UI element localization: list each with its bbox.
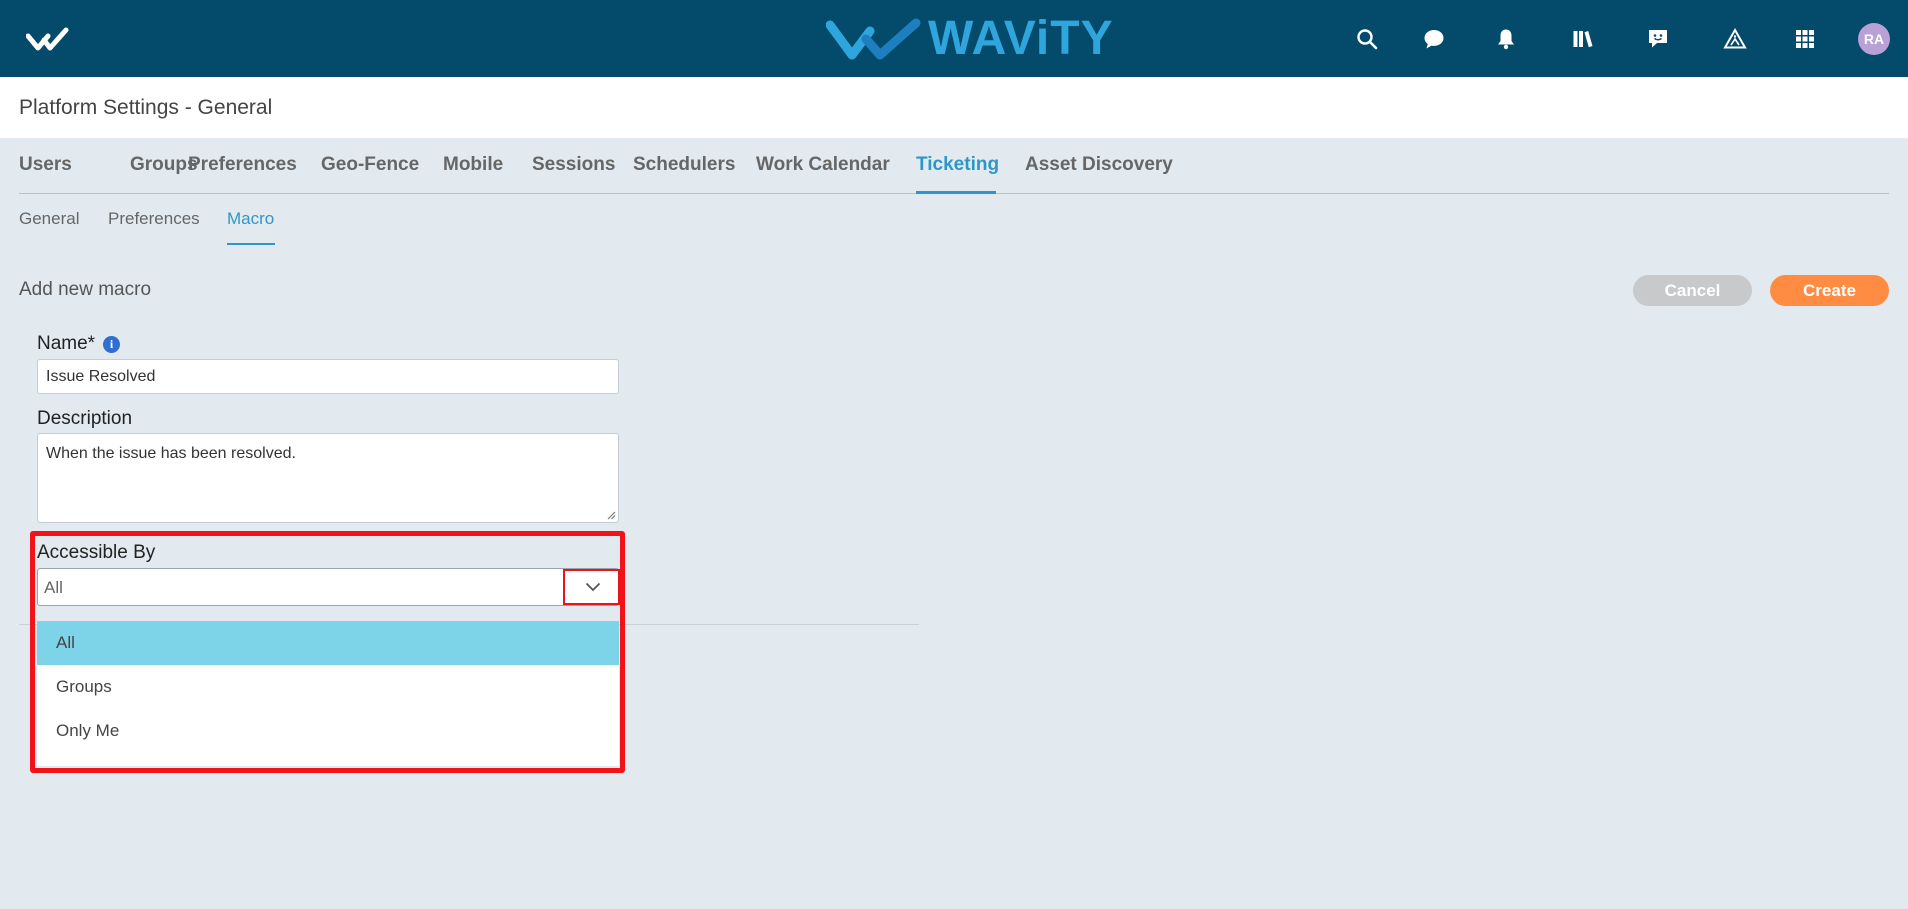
cancel-button[interactable]: Cancel (1633, 275, 1752, 306)
feedback-icon[interactable] (1643, 24, 1673, 54)
subtab-general[interactable]: General (19, 209, 79, 229)
subtab-preferences[interactable]: Preferences (108, 209, 200, 229)
library-icon[interactable] (1568, 24, 1598, 54)
option-only-me[interactable]: Only Me (37, 709, 619, 753)
subtab-macro[interactable]: Macro (227, 209, 274, 229)
tab-work-calendar[interactable]: Work Calendar (756, 154, 890, 176)
accessible-by-label: Accessible By (37, 542, 156, 563)
home-logo-icon[interactable] (25, 26, 76, 52)
accessible-by-select[interactable]: All (37, 568, 619, 606)
option-groups[interactable]: Groups (37, 665, 619, 709)
active-subtab-indicator (227, 243, 275, 245)
tab-geo-fence[interactable]: Geo-Fence (321, 154, 419, 176)
resize-handle-icon[interactable] (606, 510, 616, 520)
tab-preferences[interactable]: Preferences (188, 154, 297, 176)
tab-mobile[interactable]: Mobile (443, 154, 503, 176)
apps-grid-icon[interactable] (1790, 24, 1820, 54)
section-title: Add new macro (19, 279, 152, 300)
search-icon[interactable] (1352, 24, 1382, 54)
option-all[interactable]: All (37, 621, 619, 665)
accessible-by-options: All Groups Only Me (37, 621, 619, 766)
page-title: Platform Settings - General (19, 96, 273, 119)
tab-ticketing[interactable]: Ticketing (916, 154, 999, 176)
dropdown-toggle-highlight (563, 569, 620, 605)
avatar[interactable]: RA (1858, 23, 1890, 55)
description-label: Description (37, 408, 133, 429)
brand-logo: WAViTY (826, 12, 1114, 65)
description-field[interactable]: When the issue has been resolved. (37, 433, 619, 523)
settings-tabs: Users Groups Preferences Geo-Fence Mobil… (19, 138, 1889, 194)
name-field[interactable]: Issue Resolved (37, 359, 619, 394)
chat-icon[interactable] (1419, 24, 1449, 54)
top-navigation-bar: WAViTY RA (0, 0, 1908, 77)
bell-icon[interactable] (1491, 24, 1521, 54)
brand-name: WAViTY (928, 12, 1114, 65)
tab-sessions[interactable]: Sessions (532, 154, 615, 176)
info-icon[interactable]: i (103, 336, 120, 353)
page-header: Platform Settings - General (0, 77, 1908, 138)
ticketing-subtabs: General Preferences Macro (19, 194, 919, 246)
tab-asset-discovery[interactable]: Asset Discovery (1025, 154, 1173, 176)
tab-schedulers[interactable]: Schedulers (633, 154, 735, 176)
description-text: When the issue has been resolved. (46, 445, 296, 462)
brand-mark-icon (826, 18, 921, 60)
create-button[interactable]: Create (1770, 275, 1889, 306)
alert-triangle-icon[interactable] (1720, 24, 1750, 54)
active-tab-indicator (916, 191, 996, 194)
name-label: Name* (37, 333, 96, 354)
tab-users[interactable]: Users (19, 154, 72, 176)
accessible-by-value: All (44, 578, 63, 597)
